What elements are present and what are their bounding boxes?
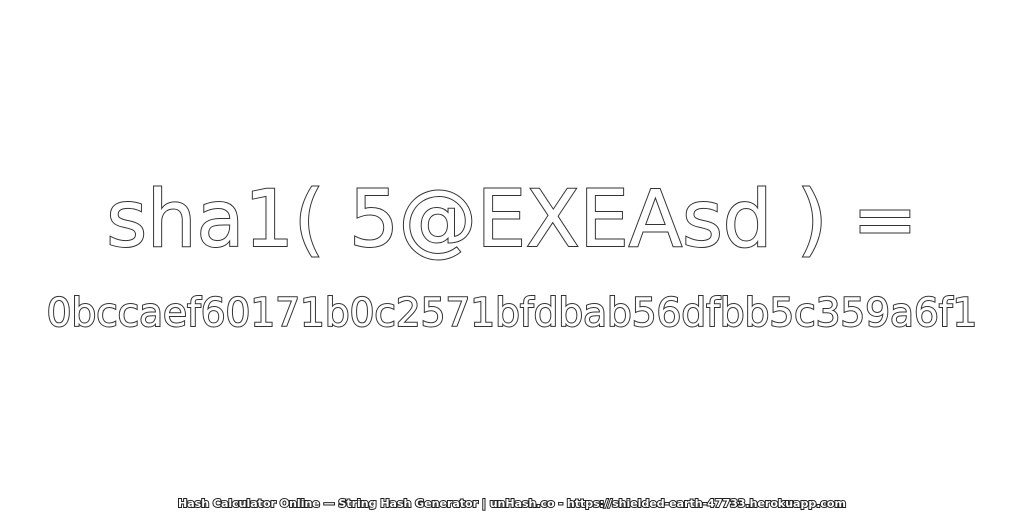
hash-expression: sha1( 5@EXEAsd ) = [105, 174, 918, 266]
page: sha1( 5@EXEAsd ) = 0bccaef60171b0c2571bf… [0, 0, 1024, 512]
hash-result: 0bccaef60171b0c2571bfdbab56dfbb5c359a6f1 [46, 290, 979, 337]
footer-credit: Hash Calculator Online — String Hash Gen… [177, 496, 847, 511]
